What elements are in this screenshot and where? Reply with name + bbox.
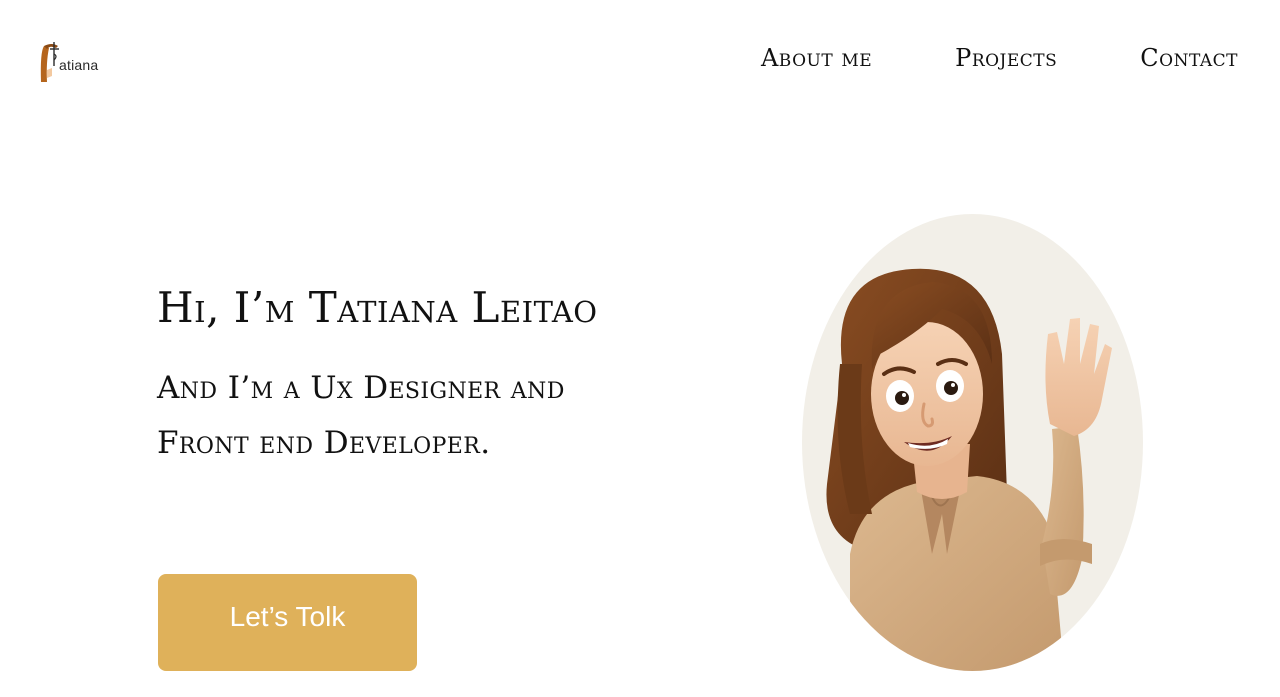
main-nav: About me Projects Contact (761, 44, 1238, 72)
hero-subtitle-line-2: Front end Developer. (157, 425, 491, 461)
hero-subtitle: And I’m a Ux Designer and Front end Deve… (157, 361, 717, 471)
nav-item-projects[interactable]: Projects (955, 44, 1057, 72)
hero-title: Hi, I’m Tatiana Leitao (157, 283, 598, 332)
logo-text: atiana (59, 57, 99, 73)
nav-item-about-me[interactable]: About me (761, 44, 872, 72)
hero-subtitle-line-1: And I’m a Ux Designer and (157, 370, 565, 406)
avatar-illustration (802, 214, 1143, 671)
memoji-avatar-icon (802, 214, 1143, 671)
logo-link[interactable]: atiana (38, 40, 108, 84)
nav-item-contact[interactable]: Contact (1140, 44, 1238, 72)
page: atiana About me Projects Contact Hi, I’m… (0, 0, 1280, 697)
lets-talk-button[interactable]: Let’s Tolk (158, 574, 417, 671)
